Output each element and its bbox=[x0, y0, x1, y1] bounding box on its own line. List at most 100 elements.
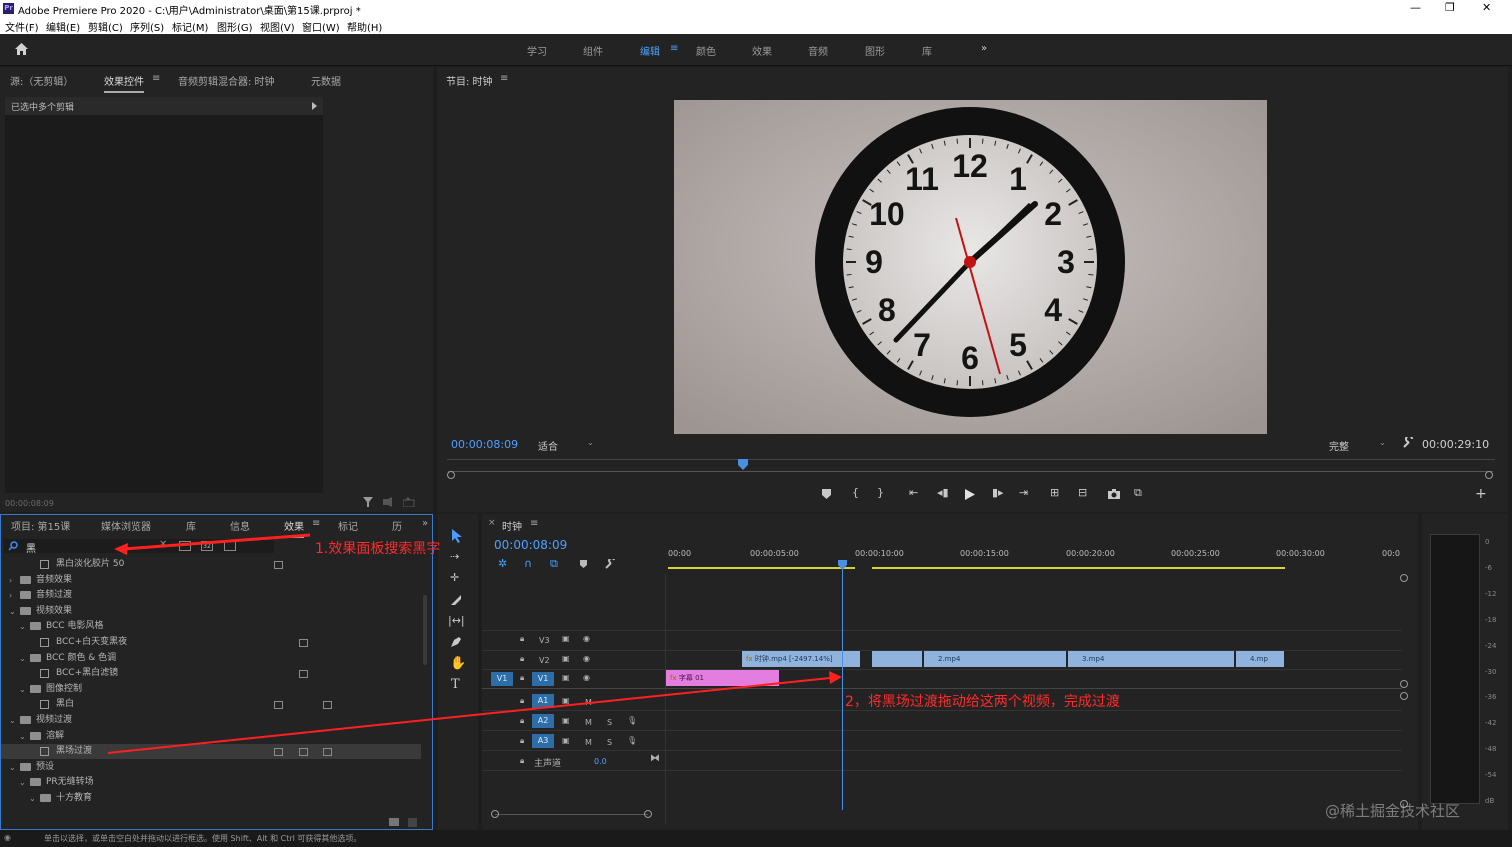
chevron-icon[interactable]: ⌄ bbox=[29, 791, 36, 806]
timeline-marker-icon[interactable] bbox=[580, 560, 587, 568]
timeline-menu-icon[interactable]: ≡ bbox=[530, 518, 538, 529]
tab-audio-clip-mixer[interactable]: 音频剪辑混合器: 时钟 bbox=[178, 73, 275, 88]
clip-3[interactable]: 3.mp4 bbox=[1068, 651, 1234, 667]
tab-project[interactable]: 项目: 第15课 bbox=[11, 518, 70, 533]
workspace-graphics[interactable]: 图形 bbox=[865, 43, 885, 58]
h-scroll-handle-right[interactable] bbox=[644, 810, 652, 818]
time-ruler[interactable]: 00:00 00:00:05:00 00:00:10:00 00:00:15:0… bbox=[666, 544, 1404, 572]
tab-libraries[interactable]: 库 bbox=[186, 518, 196, 533]
track-target-a1[interactable]: A1 bbox=[532, 694, 554, 708]
program-scrub-bar[interactable] bbox=[447, 459, 1495, 460]
lock-icon[interactable]: 🔒︎ bbox=[520, 736, 524, 746]
timeline-tab[interactable]: 时钟 bbox=[502, 518, 522, 533]
menu-help[interactable]: 帮助(H) bbox=[347, 19, 382, 34]
menu-sequence[interactable]: 序列(S) bbox=[130, 19, 164, 34]
lock-icon[interactable]: 🔒︎ bbox=[520, 673, 524, 683]
step-forward-icon[interactable]: ▮▸ bbox=[992, 486, 1004, 499]
voiceover-mic-icon[interactable]: 🎙︎ bbox=[627, 736, 637, 745]
chevron-icon[interactable]: › bbox=[9, 573, 12, 588]
solo-button[interactable]: S bbox=[607, 738, 612, 747]
chevron-icon[interactable]: ⌄ bbox=[19, 729, 26, 744]
lock-icon[interactable]: 🔒︎ bbox=[520, 634, 524, 644]
snap-icon[interactable]: ∩ bbox=[524, 557, 532, 570]
mute-button[interactable]: M bbox=[585, 738, 592, 747]
clear-search-icon[interactable]: ✕ bbox=[159, 539, 167, 550]
yuv-effects-icon[interactable] bbox=[224, 541, 236, 551]
new-bin-icon[interactable] bbox=[389, 818, 399, 826]
export-icon[interactable] bbox=[403, 497, 415, 507]
effects-folder-item[interactable]: ⌄ BCC 电影风格 bbox=[1, 619, 421, 634]
linked-selection-icon[interactable]: ⧉ bbox=[550, 557, 558, 571]
expand-arrow-icon[interactable] bbox=[312, 102, 317, 110]
panel-overflow-button[interactable]: » bbox=[422, 518, 428, 529]
close-tab-icon[interactable]: × bbox=[488, 518, 496, 528]
mark-out-icon[interactable]: } bbox=[877, 486, 884, 499]
program-playhead-timecode[interactable]: 00:00:08:09 bbox=[451, 438, 518, 451]
effect-item[interactable]: 黑白 bbox=[1, 697, 421, 712]
effects-folder-item[interactable]: ⌄ 预设 bbox=[1, 760, 421, 775]
pen-tool-icon[interactable] bbox=[450, 636, 462, 648]
effect-item[interactable]: BCC+白天变黑夜 bbox=[1, 635, 421, 650]
chevron-icon[interactable]: ⌄ bbox=[19, 682, 26, 697]
selection-tool-icon[interactable] bbox=[451, 529, 463, 543]
sync-lock-icon[interactable]: ▣ bbox=[562, 716, 570, 725]
workspace-more-button[interactable]: » bbox=[981, 43, 987, 54]
eye-icon[interactable]: ◉ bbox=[583, 673, 590, 682]
mute-button[interactable]: M bbox=[585, 718, 592, 727]
go-to-out-icon[interactable]: ⇥ bbox=[1019, 486, 1028, 499]
sync-lock-icon[interactable]: ▣ bbox=[562, 696, 570, 705]
clip-4[interactable]: 4.mp bbox=[1236, 651, 1284, 667]
effect-item[interactable]: 黑白淡化胶片 50 bbox=[1, 557, 421, 572]
step-back-icon[interactable]: ◂▮ bbox=[937, 486, 949, 499]
effects-folder-item[interactable]: › 音频过渡 bbox=[1, 588, 421, 603]
eye-icon[interactable]: ◉ bbox=[583, 654, 590, 663]
play-audio-icon[interactable] bbox=[383, 497, 395, 507]
effects-folder-item[interactable]: ⌄ BCC 颜色 & 色调 bbox=[1, 651, 421, 666]
tab-info[interactable]: 信息 bbox=[230, 518, 250, 533]
timeline-horizontal-scrollbar[interactable] bbox=[495, 814, 648, 815]
chevron-icon[interactable]: ⌄ bbox=[19, 651, 26, 666]
workspace-editing[interactable]: 编辑 bbox=[640, 43, 660, 58]
tab-effect-controls[interactable]: 效果控件 bbox=[104, 73, 144, 93]
add-marker-icon[interactable] bbox=[822, 489, 831, 499]
effects-folder-item[interactable]: ⌄ 溶解 bbox=[1, 729, 421, 744]
clip-title[interactable]: fx 字幕 01 bbox=[666, 670, 779, 686]
v-scroll-handle[interactable] bbox=[1400, 680, 1408, 688]
effects-folder-item[interactable]: › 音频效果 bbox=[1, 573, 421, 588]
track-select-tool-icon[interactable]: ⇢ bbox=[450, 550, 459, 563]
filter-icon[interactable] bbox=[363, 497, 373, 507]
tab-metadata[interactable]: 元数据 bbox=[311, 73, 341, 88]
menu-marker[interactable]: 标记(M) bbox=[172, 19, 208, 34]
lock-icon[interactable]: 🔒︎ bbox=[520, 756, 524, 766]
sync-lock-icon[interactable]: ▣ bbox=[562, 736, 570, 745]
zoom-handle-right[interactable] bbox=[1485, 471, 1493, 479]
type-tool-icon[interactable]: T bbox=[451, 677, 460, 692]
workspace-audio[interactable]: 音频 bbox=[808, 43, 828, 58]
menu-clip[interactable]: 剪辑(C) bbox=[88, 19, 123, 34]
v-scroll-handle[interactable] bbox=[1400, 574, 1408, 582]
lock-icon[interactable]: 🔒︎ bbox=[520, 716, 524, 726]
mute-button[interactable]: M bbox=[585, 698, 592, 707]
trash-icon[interactable] bbox=[408, 818, 417, 827]
eye-icon[interactable]: ◉ bbox=[583, 634, 590, 643]
v-scroll-handle[interactable] bbox=[1400, 692, 1408, 700]
chevron-icon[interactable]: ⌄ bbox=[9, 713, 16, 728]
effects-folder-item[interactable]: ⌄ 十方教育 bbox=[1, 791, 421, 806]
effect-item[interactable]: BCC+黑白滤镜 bbox=[1, 666, 421, 681]
workspace-learn[interactable]: 学习 bbox=[527, 43, 547, 58]
tab-effects[interactable]: 效果 bbox=[284, 518, 304, 538]
comparison-view-icon[interactable]: ⧉ bbox=[1134, 486, 1142, 500]
sync-lock-icon[interactable]: ▣ bbox=[562, 634, 570, 643]
ripple-edit-tool-icon[interactable]: ✛ bbox=[450, 571, 459, 584]
tab-markers[interactable]: 标记 bbox=[338, 518, 358, 533]
timeline-playhead[interactable] bbox=[838, 560, 847, 570]
effects-scrollbar[interactable] bbox=[423, 595, 427, 665]
tab-history[interactable]: 历 bbox=[392, 518, 402, 533]
chevron-icon[interactable]: › bbox=[9, 588, 12, 603]
menu-edit[interactable]: 编辑(E) bbox=[46, 19, 80, 34]
lift-icon[interactable]: ⊞ bbox=[1050, 486, 1059, 499]
menu-graphics[interactable]: 图形(G) bbox=[217, 19, 253, 34]
h-scroll-handle-left[interactable] bbox=[491, 810, 499, 818]
effects-folder-item[interactable]: ⌄ 视频效果 bbox=[1, 604, 421, 619]
master-end-icon[interactable]: ⧓ bbox=[650, 753, 660, 764]
